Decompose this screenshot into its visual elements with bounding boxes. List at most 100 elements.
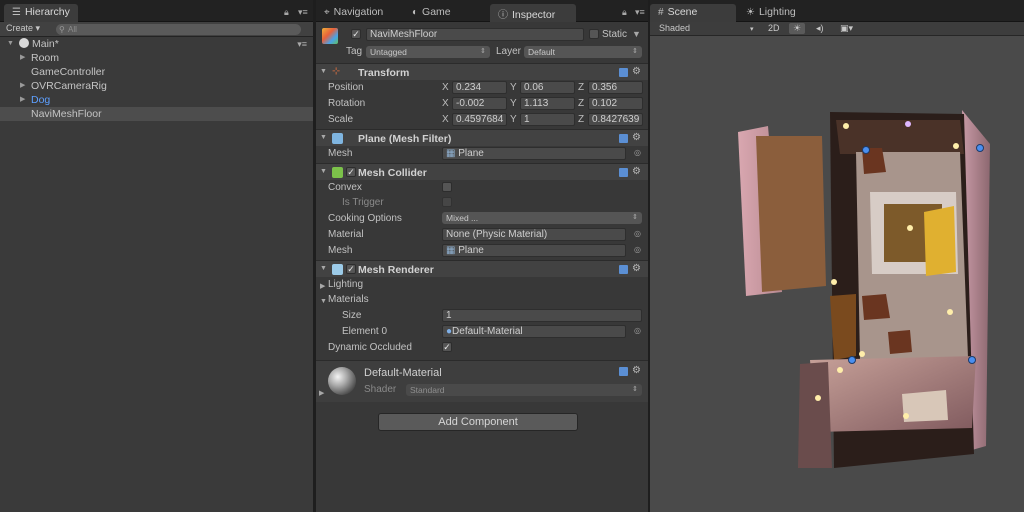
- layer-dropdown[interactable]: Default ⇕: [524, 46, 642, 58]
- fold-open-icon[interactable]: ▼: [320, 298, 327, 305]
- collider-mesh-field[interactable]: ▦ Plane: [442, 244, 626, 257]
- lighting-foldout-label[interactable]: Lighting: [328, 279, 363, 290]
- chevron-down-icon[interactable]: ▾: [750, 25, 754, 33]
- hierarchy-search-input[interactable]: ⚲ All: [56, 24, 301, 35]
- shading-mode-dropdown[interactable]: Shaded: [659, 23, 690, 33]
- shader-dropdown[interactable]: Standard ⇕: [406, 384, 642, 396]
- help-book-icon[interactable]: [619, 367, 628, 376]
- scale-y-field[interactable]: 1: [520, 113, 575, 126]
- gear-icon[interactable]: ⚙: [632, 132, 641, 143]
- fold-open-icon[interactable]: ▼: [320, 134, 327, 141]
- object-picker-icon[interactable]: ◎: [634, 326, 641, 335]
- tree-item-navimeshfloor[interactable]: NaviMeshFloor: [0, 107, 313, 121]
- rotation-z-field[interactable]: 0.102: [588, 97, 643, 110]
- position-y-field[interactable]: 0.06: [520, 81, 575, 94]
- scene-lighting-toggle-icon[interactable]: ☀: [789, 23, 806, 34]
- object-name-field[interactable]: NaviMeshFloor: [366, 28, 584, 41]
- scale-z-field[interactable]: 0.8427639: [588, 113, 643, 126]
- tree-item-room[interactable]: ▶ Room: [0, 51, 313, 65]
- panel-menu-icon[interactable]: ▾≡: [635, 7, 645, 18]
- gear-icon[interactable]: ⚙: [632, 166, 641, 177]
- dropdown-arrows-icon: ⇕: [632, 214, 638, 221]
- mesh-collider-enabled-checkbox[interactable]: ✓: [346, 167, 356, 177]
- scale-x-field[interactable]: 0.4597684: [452, 113, 507, 126]
- cooking-options-dropdown[interactable]: Mixed ... ⇕: [442, 212, 642, 224]
- scene-viewport[interactable]: [650, 36, 1024, 512]
- help-book-icon[interactable]: [619, 265, 628, 274]
- position-x-field[interactable]: 0.234: [452, 81, 507, 94]
- mesh-filter-header[interactable]: ▼ Plane (Mesh Filter) ⚙: [316, 129, 648, 146]
- add-component-button[interactable]: Add Component: [378, 413, 578, 431]
- create-dropdown[interactable]: Create ▾: [6, 23, 40, 36]
- dynamic-occluded-label: Dynamic Occluded: [328, 342, 412, 353]
- is-trigger-checkbox[interactable]: [442, 197, 452, 207]
- scale-label: Scale: [328, 114, 354, 125]
- tag-dropdown[interactable]: Untagged ⇕: [366, 46, 490, 58]
- mesh-renderer-icon: [332, 264, 343, 275]
- lock-icon[interactable]: 🔒︎: [284, 7, 289, 18]
- tab-lighting[interactable]: ☀ Lighting: [738, 4, 804, 22]
- gear-icon[interactable]: ⚙: [632, 263, 641, 274]
- element0-label: Element 0: [342, 326, 388, 337]
- fold-open-icon[interactable]: ▼: [320, 68, 327, 75]
- materials-foldout-label[interactable]: Materials: [328, 294, 369, 305]
- tree-item-main[interactable]: ▼ Main* ▾≡: [0, 37, 313, 51]
- materials-size-field[interactable]: 1: [442, 309, 642, 322]
- fold-closed-icon[interactable]: ▶: [20, 51, 25, 65]
- tree-item-label: NaviMeshFloor: [31, 108, 102, 120]
- scene-stairs: [924, 206, 956, 276]
- mesh-renderer-enabled-checkbox[interactable]: ✓: [346, 264, 356, 274]
- scene-chair: [888, 330, 912, 354]
- audio-toggle-icon[interactable]: ◂): [816, 23, 824, 34]
- rotation-x-field[interactable]: -0.002: [452, 97, 507, 110]
- tab-navigation[interactable]: ⌖ Navigation: [316, 4, 391, 22]
- rotation-y-field[interactable]: 1.113: [520, 97, 575, 110]
- mesh-filter-mesh-field[interactable]: ▦ Plane: [442, 147, 626, 160]
- object-picker-icon[interactable]: ◎: [634, 229, 641, 238]
- scene-render[interactable]: [650, 36, 1024, 512]
- help-book-icon[interactable]: [619, 134, 628, 143]
- tab-inspector[interactable]: ⓘ Inspector: [490, 4, 576, 22]
- fold-open-icon[interactable]: ▼: [7, 37, 14, 51]
- physic-material-field[interactable]: None (Physic Material): [442, 228, 626, 241]
- gear-icon[interactable]: ⚙: [632, 66, 641, 77]
- convex-checkbox[interactable]: [442, 182, 452, 192]
- fold-open-icon[interactable]: ▼: [320, 168, 327, 175]
- tree-item-gamecontroller[interactable]: GameController: [0, 65, 313, 79]
- rotation-label: Rotation: [328, 98, 366, 109]
- fold-closed-icon[interactable]: ▶: [20, 79, 25, 93]
- tab-scene[interactable]: # Scene: [650, 4, 736, 22]
- fold-closed-icon[interactable]: ▶: [319, 389, 324, 397]
- gear-icon[interactable]: ⚙: [632, 365, 641, 376]
- tree-item-ovrcamerarig[interactable]: ▶ OVRCameraRig: [0, 79, 313, 93]
- 2d-toggle[interactable]: 2D: [768, 23, 780, 33]
- fold-closed-icon[interactable]: ▶: [20, 93, 25, 107]
- tab-hierarchy[interactable]: ☰ Hierarchy: [4, 4, 78, 22]
- mesh-renderer-title: Mesh Renderer: [358, 264, 434, 276]
- object-picker-icon[interactable]: ◎: [634, 245, 641, 254]
- lock-icon[interactable]: 🔒︎: [622, 7, 627, 18]
- scene-menu-icon[interactable]: ▾≡: [297, 37, 307, 51]
- fold-closed-icon[interactable]: ▶: [320, 282, 325, 290]
- static-checkbox[interactable]: [589, 29, 599, 39]
- mesh-asset-icon: ▦: [446, 245, 456, 256]
- mesh-collider-header[interactable]: ▼ ✓ Mesh Collider ⚙: [316, 163, 648, 180]
- shader-value: Standard: [410, 385, 445, 395]
- object-picker-icon[interactable]: ◎: [634, 148, 641, 157]
- tree-item-dog[interactable]: ▶ Dog: [0, 93, 313, 107]
- help-book-icon[interactable]: [619, 168, 628, 177]
- chevron-down-icon[interactable]: ▼: [632, 29, 641, 39]
- dynamic-occluded-checkbox[interactable]: ✓: [442, 342, 452, 352]
- position-z-field[interactable]: 0.356: [588, 81, 643, 94]
- panel-menu-icon[interactable]: ▾≡: [298, 7, 308, 18]
- fold-open-icon[interactable]: ▼: [320, 265, 327, 272]
- tab-game[interactable]: ◐ Game: [404, 4, 459, 22]
- inspector-panel: ⌖ Navigation ◐ Game ⓘ Inspector 🔒︎ ▾≡ ✓ Nav…: [316, 0, 648, 512]
- active-checkbox[interactable]: ✓: [351, 29, 361, 39]
- transform-header[interactable]: ▼ ⊹ Transform ⚙: [316, 63, 648, 80]
- element0-field[interactable]: ●Default-Material: [442, 325, 626, 338]
- scene-bath-mat: [902, 390, 948, 422]
- effects-toggle-icon[interactable]: ▣▾: [840, 23, 853, 34]
- mesh-renderer-header[interactable]: ▼ ✓ Mesh Renderer ⚙: [316, 260, 648, 277]
- help-book-icon[interactable]: [619, 68, 628, 77]
